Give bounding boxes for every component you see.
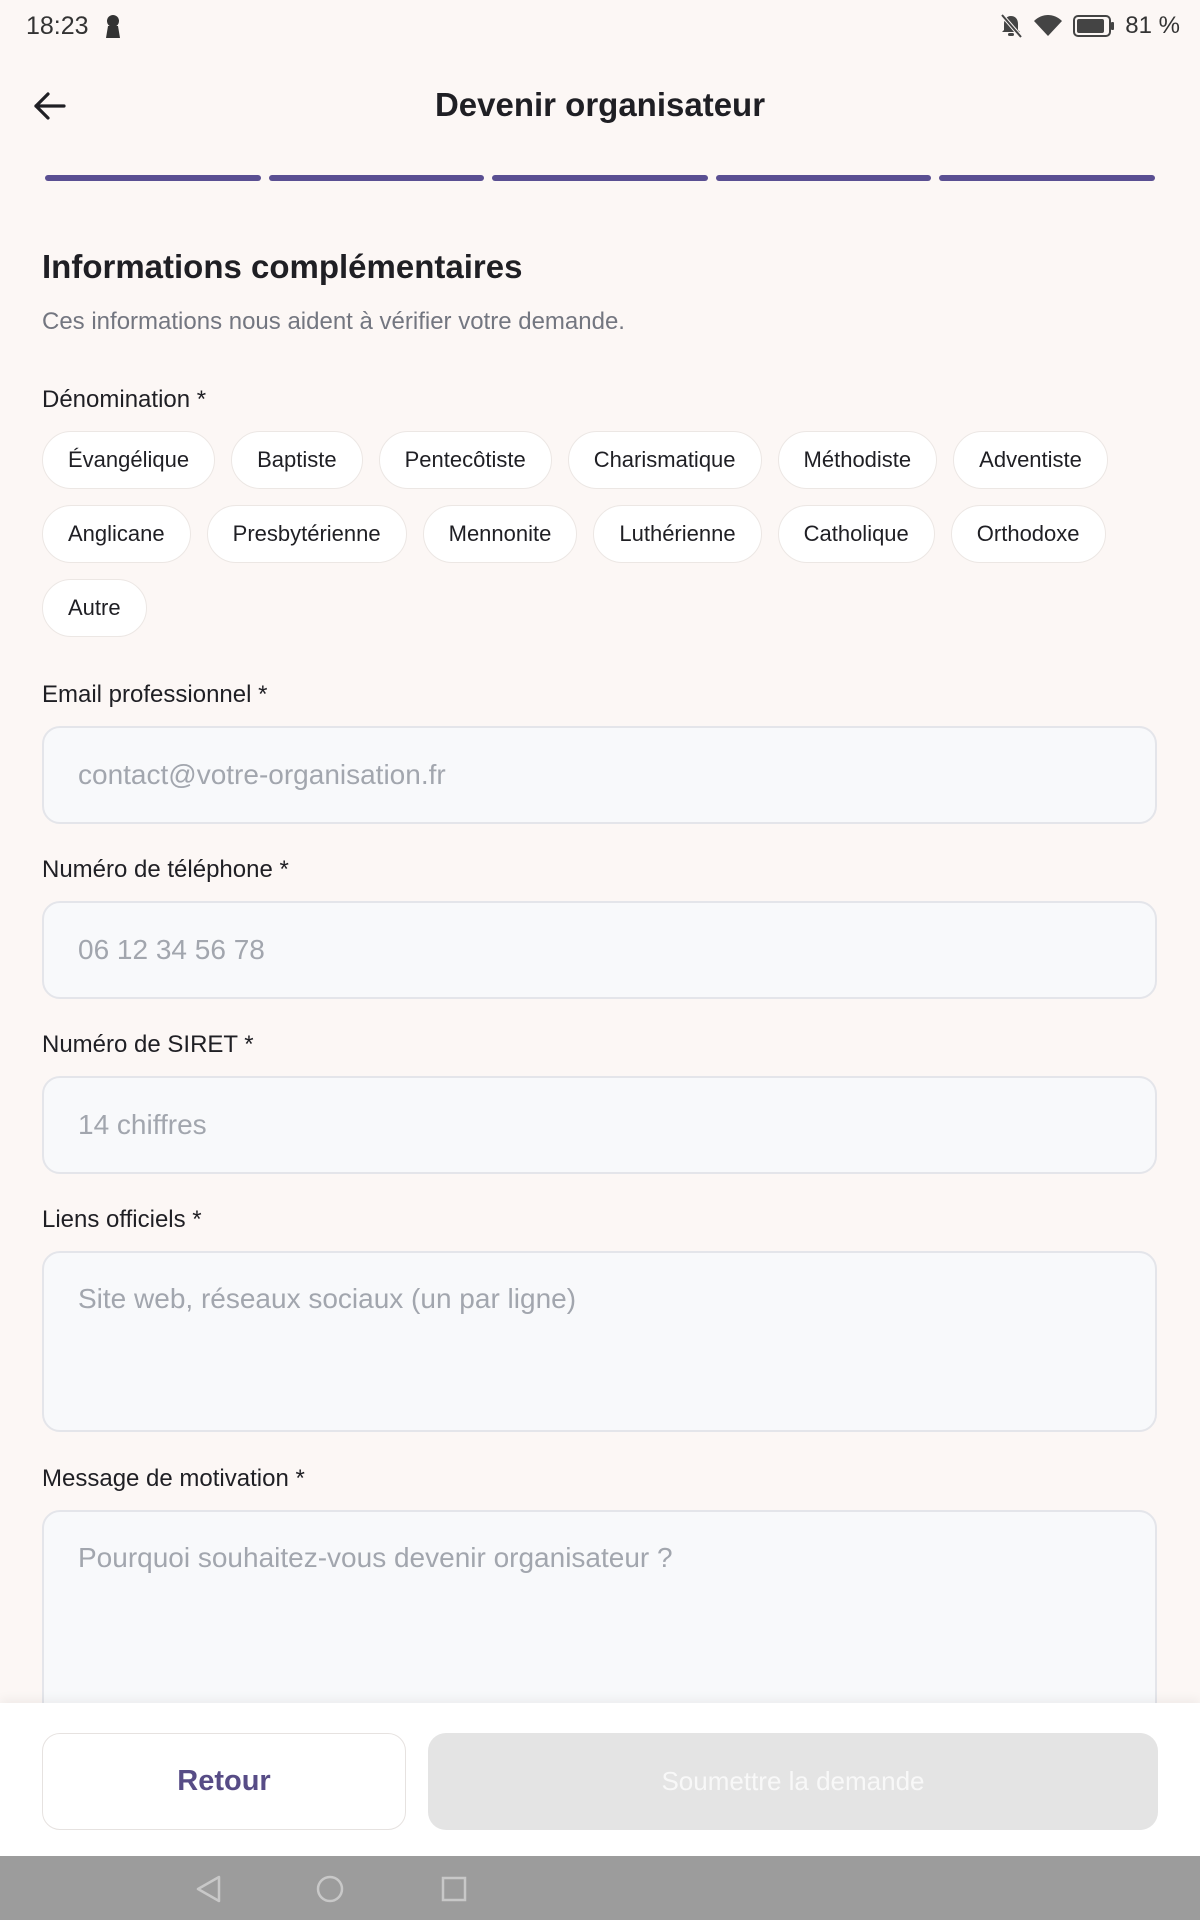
- chip-presbyterienne[interactable]: Presbytérienne: [206, 505, 407, 563]
- chip-mennonite[interactable]: Mennonite: [422, 505, 578, 563]
- links-label: Liens officiels *: [42, 1206, 202, 1233]
- chip-evangelique[interactable]: Évangélique: [42, 431, 216, 489]
- phone-field[interactable]: [42, 901, 1157, 999]
- status-bar: 18:23 81 %: [0, 0, 1200, 56]
- motivation-label: Message de motivation *: [42, 1465, 305, 1492]
- status-time: 18:23: [26, 12, 89, 40]
- triangle-back-icon[interactable]: [194, 1874, 224, 1904]
- progress-step: [939, 175, 1155, 181]
- battery-icon: [1073, 15, 1115, 37]
- bottom-action-bar: Retour Soumettre la demande: [0, 1703, 1200, 1856]
- email-field[interactable]: [42, 726, 1157, 824]
- chip-charismatique[interactable]: Charismatique: [567, 431, 762, 489]
- progress-step: [492, 175, 708, 181]
- square-recents-icon[interactable]: [439, 1874, 469, 1904]
- wifi-icon: [1034, 15, 1063, 36]
- step-progress: [45, 175, 1155, 181]
- siret-field[interactable]: [42, 1076, 1157, 1174]
- section-subtitle: Ces informations nous aident à vérifier …: [42, 308, 625, 335]
- status-icons: 81 %: [999, 12, 1180, 40]
- chip-adventiste[interactable]: Adventiste: [953, 431, 1108, 489]
- app-header: Devenir organisateur: [0, 56, 1200, 160]
- progress-step: [45, 175, 261, 181]
- chip-autre[interactable]: Autre: [42, 579, 147, 637]
- chip-lutherienne[interactable]: Luthérienne: [593, 505, 762, 563]
- chip-anglicane[interactable]: Anglicane: [42, 505, 191, 563]
- links-textarea[interactable]: [42, 1251, 1157, 1432]
- chip-methodiste[interactable]: Méthodiste: [777, 431, 938, 489]
- chip-baptiste[interactable]: Baptiste: [231, 431, 363, 489]
- progress-step: [715, 175, 932, 181]
- phone-label: Numéro de téléphone *: [42, 856, 289, 883]
- chip-catholique[interactable]: Catholique: [777, 505, 935, 563]
- circle-home-icon[interactable]: [315, 1874, 345, 1904]
- section-title: Informations complémentaires: [42, 248, 523, 285]
- battery-level: 81 %: [1125, 12, 1180, 39]
- bell-off-icon: [1000, 13, 1023, 39]
- denomination-label: Dénomination *: [42, 386, 207, 413]
- keyhole-icon: [106, 15, 120, 38]
- email-label: Email professionnel *: [42, 681, 268, 708]
- chip-pentecotiste[interactable]: Pentecôtiste: [378, 431, 552, 489]
- submit-button[interactable]: Soumettre la demande: [428, 1733, 1158, 1830]
- progress-step: [268, 175, 485, 181]
- back-button[interactable]: Retour: [42, 1733, 406, 1830]
- denomination-chips: Évangélique Baptiste Pentecôtiste Charis…: [42, 431, 1162, 653]
- page-title: Devenir organisateur: [434, 86, 766, 123]
- siret-label: Numéro de SIRET *: [42, 1031, 254, 1058]
- chip-orthodoxe[interactable]: Orthodoxe: [950, 505, 1106, 563]
- system-nav-bar: [0, 1856, 1200, 1920]
